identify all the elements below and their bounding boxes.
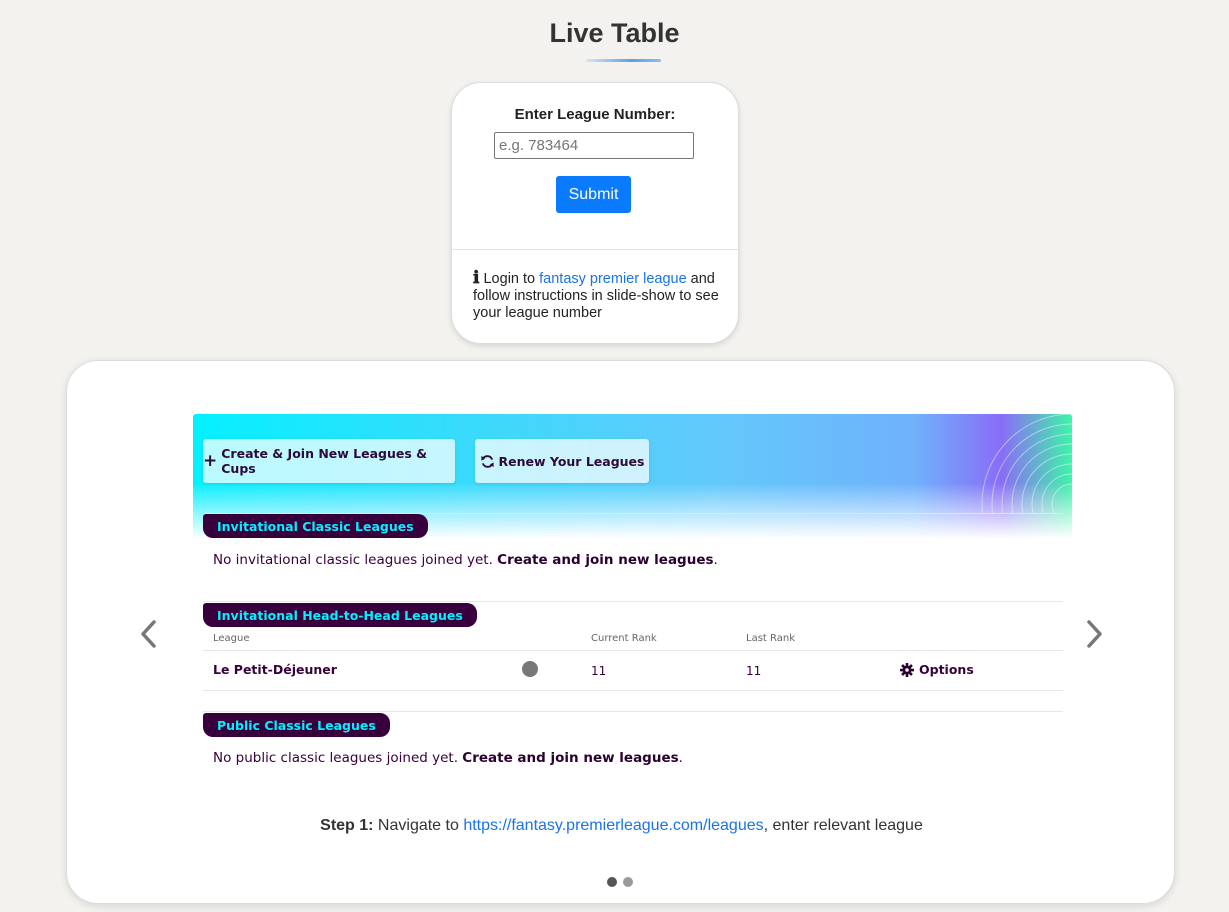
caption-prefix: Navigate to: [373, 817, 464, 834]
slideshow-card: + Create & Join New Leagues & Cups Renew…: [66, 360, 1175, 904]
status-dot-icon: [522, 661, 538, 677]
league-form-card: Enter League Number: Submit ℹ Login to f…: [451, 82, 739, 344]
empty-message: No public classic leagues joined yet.: [213, 750, 463, 766]
column-header-league: League: [213, 633, 250, 644]
renew-leagues-button: Renew Your Leagues: [475, 439, 649, 483]
card-divider: [452, 249, 738, 250]
plus-icon: +: [203, 451, 218, 471]
create-join-label: Create & Join New Leagues & Cups: [221, 446, 428, 476]
refresh-icon: [480, 454, 494, 468]
public-classic-tag: Public Classic Leagues: [203, 713, 390, 737]
prev-slide-button[interactable]: [134, 614, 164, 654]
invitational-h2h-tag: Invitational Head-to-Head Leagues: [203, 603, 477, 627]
step-label: Step 1:: [320, 817, 374, 834]
empty-message: No invitational classic leagues joined y…: [213, 552, 498, 568]
public-classic-empty-text: No public classic leagues joined yet. Cr…: [213, 750, 683, 766]
column-header-current-rank: Current Rank: [591, 633, 657, 644]
league-number-input[interactable]: [494, 132, 694, 159]
create-join-leagues-button: + Create & Join New Leagues & Cups: [203, 439, 455, 483]
period: .: [713, 552, 718, 568]
invitational-classic-tag: Invitational Classic Leagues: [203, 514, 428, 538]
period: .: [678, 750, 683, 766]
create-join-link: Create and join new leagues: [462, 750, 679, 766]
create-join-link: Create and join new leagues: [497, 552, 714, 568]
chevron-left-icon: [141, 620, 156, 648]
section-divider: [203, 601, 1063, 602]
column-header-last-rank: Last Rank: [746, 633, 795, 644]
last-rank-value: 11: [746, 664, 762, 678]
title-underline: [586, 59, 661, 62]
options-label: Options: [919, 662, 974, 677]
slide-screenshot: + Create & Join New Leagues & Cups Renew…: [193, 414, 1072, 784]
slide-dot-1[interactable]: [607, 877, 617, 887]
row-divider: [203, 690, 1063, 691]
info-prefix: Login to: [479, 271, 540, 287]
next-slide-button[interactable]: [1079, 614, 1109, 654]
current-rank-value: 11: [591, 664, 607, 678]
caption-suffix: , enter relevant league: [763, 817, 923, 834]
section-divider: [203, 711, 1063, 712]
league-options: Options: [900, 662, 974, 677]
slide-dot-2[interactable]: [623, 877, 633, 887]
league-name: Le Petit-Déjeuner: [213, 662, 337, 677]
gear-icon: [900, 662, 914, 677]
league-number-label: Enter League Number:: [514, 106, 676, 123]
invitational-classic-empty-text: No invitational classic leagues joined y…: [213, 552, 718, 568]
row-divider: [203, 650, 1063, 651]
chevron-right-icon: [1087, 620, 1102, 648]
renew-label: Renew Your Leagues: [498, 453, 645, 469]
leagues-url-link[interactable]: https://fantasy.premierleague.com/league…: [463, 817, 763, 834]
login-info-text: ℹ Login to fantasy premier league and fo…: [473, 270, 723, 322]
slide-caption: Step 1: Navigate to https://fantasy.prem…: [67, 817, 1176, 835]
slide-indicators: [607, 877, 633, 887]
banner-pattern: [981, 414, 1072, 514]
page-title: Live Table: [549, 18, 680, 48]
submit-button[interactable]: Submit: [556, 176, 631, 213]
fpl-link[interactable]: fantasy premier league: [539, 271, 687, 287]
